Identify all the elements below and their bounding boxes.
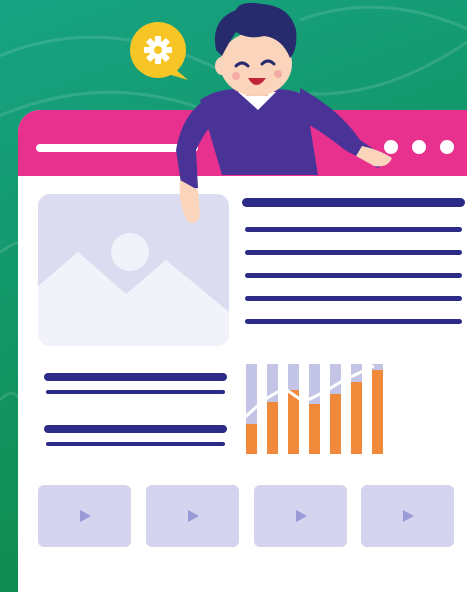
gear-icon <box>130 22 188 80</box>
character-illustration <box>176 2 392 224</box>
